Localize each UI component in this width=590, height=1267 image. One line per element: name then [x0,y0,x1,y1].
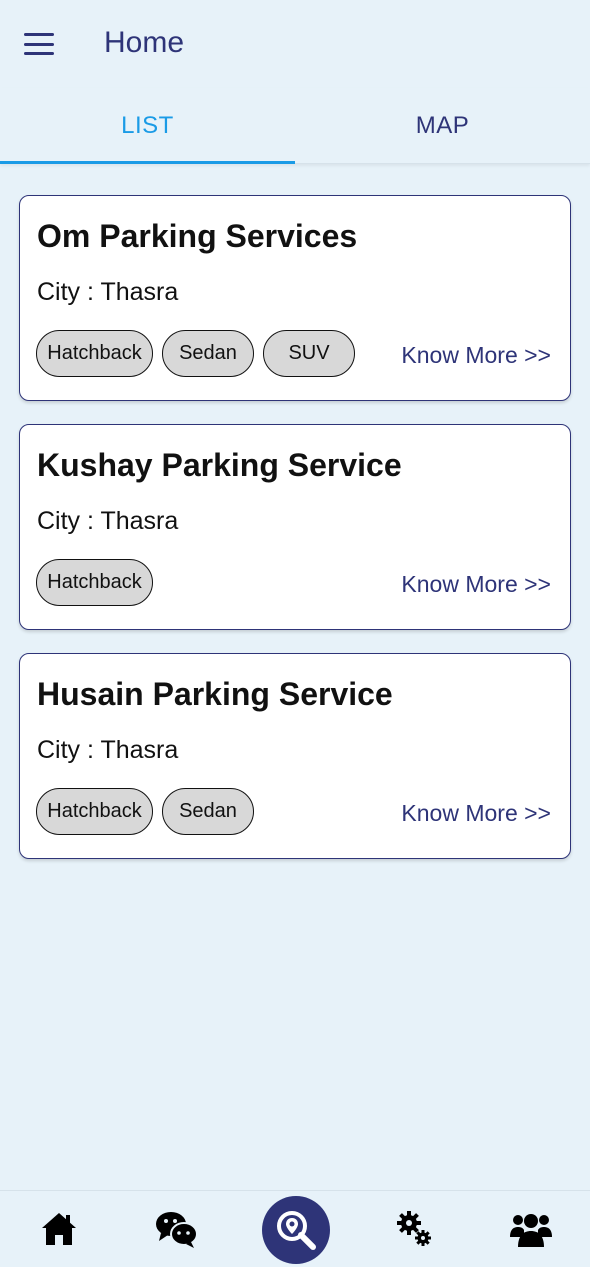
parking-name: Husain Parking Service [37,676,393,712]
know-more-link[interactable]: Know More >> [401,571,551,598]
search-location-icon[interactable] [262,1196,330,1264]
tab-map[interactable]: MAP [295,88,590,163]
tab-list[interactable]: LIST [0,88,295,164]
chip-hatchback: Hatchback [36,559,153,606]
chip-sedan: Sedan [162,330,254,377]
vehicle-type-chips: Hatchback Sedan SUV [36,330,355,377]
vehicle-type-chips: Hatchback [36,559,153,606]
app-header: Home [0,0,590,88]
menu-icon[interactable] [24,30,56,58]
parking-card[interactable]: Om Parking Services City : Thasra Hatchb… [19,195,571,401]
parking-name: Kushay Parking Service [37,447,402,483]
chat-icon[interactable] [155,1209,199,1249]
parking-city: City : Thasra [37,736,179,764]
users-icon[interactable] [510,1209,552,1249]
vehicle-type-chips: Hatchback Sedan [36,788,254,835]
bottom-navigation [0,1190,590,1267]
chip-hatchback: Hatchback [36,788,153,835]
parking-city: City : Thasra [37,278,179,306]
know-more-link[interactable]: Know More >> [401,800,551,827]
parking-card[interactable]: Husain Parking Service City : Thasra Hat… [19,653,571,859]
app-screen: Home LIST MAP Om Parking Services City :… [0,0,590,1267]
know-more-link[interactable]: Know More >> [401,342,551,369]
chip-hatchback: Hatchback [36,330,153,377]
chip-suv: SUV [263,330,355,377]
home-icon[interactable] [39,1209,79,1249]
parking-name: Om Parking Services [37,218,358,254]
parking-city: City : Thasra [37,507,179,535]
settings-icon[interactable] [395,1209,435,1249]
tab-bar: LIST MAP [0,88,590,164]
parking-card[interactable]: Kushay Parking Service City : Thasra Hat… [19,424,571,630]
page-title: Home [104,26,185,59]
chip-sedan: Sedan [162,788,254,835]
